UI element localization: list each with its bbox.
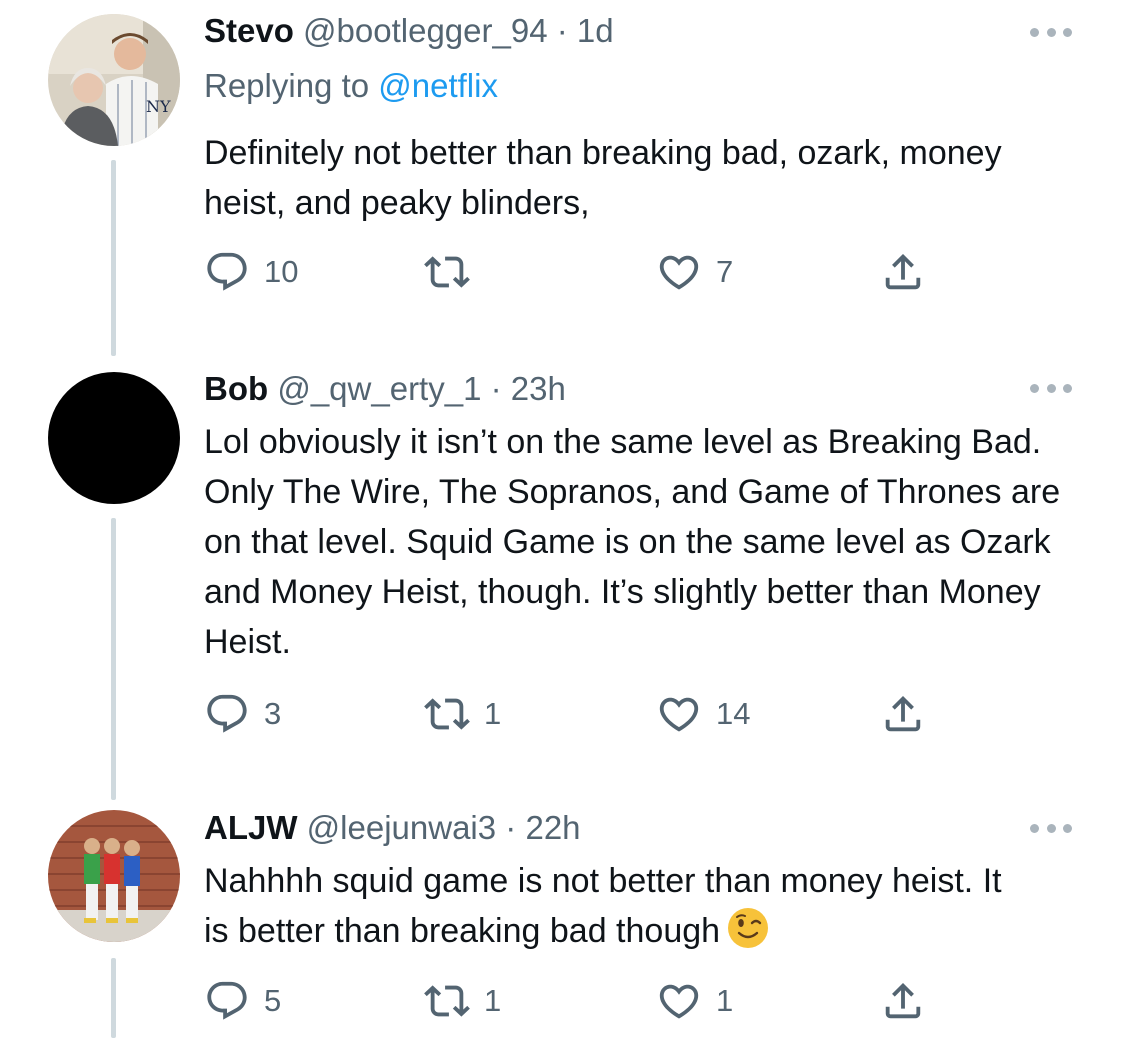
user-handle[interactable]: @_qw_erty_1 bbox=[277, 370, 481, 407]
timestamp[interactable]: 22h bbox=[525, 809, 580, 846]
mention-link[interactable]: @netflix bbox=[378, 67, 498, 104]
reply-icon bbox=[204, 249, 250, 295]
heart-icon bbox=[656, 978, 702, 1024]
share-icon bbox=[880, 978, 926, 1024]
separator-dot: · bbox=[556, 12, 568, 49]
more-icon[interactable] bbox=[1030, 25, 1072, 39]
retweet-count: 1 bbox=[484, 983, 502, 1018]
reply-icon bbox=[204, 691, 250, 737]
tweet-aljw[interactable]: ALJW @leejunwai3 · 22h Nahhhh squid game… bbox=[0, 800, 1124, 1038]
separator-dot: · bbox=[490, 370, 502, 407]
more-icon[interactable] bbox=[1030, 821, 1072, 835]
reply-button[interactable]: 3 bbox=[204, 689, 281, 739]
share-icon bbox=[880, 691, 926, 737]
replying-label: Replying to bbox=[204, 67, 379, 104]
retweet-button[interactable] bbox=[424, 247, 484, 297]
retweet-icon bbox=[424, 691, 470, 737]
like-button[interactable]: 1 bbox=[656, 976, 733, 1026]
tweet-bob[interactable]: Bob @_qw_erty_1 · 23h Lol obviously it i… bbox=[0, 360, 1124, 800]
reply-button[interactable]: 5 bbox=[204, 976, 281, 1026]
svg-text:NY: NY bbox=[146, 97, 171, 116]
share-button[interactable] bbox=[880, 247, 926, 297]
display-name[interactable]: Bob bbox=[204, 370, 268, 407]
thread-line bbox=[111, 518, 116, 800]
more-icon[interactable] bbox=[1030, 381, 1072, 395]
like-button[interactable]: 14 bbox=[656, 689, 750, 739]
retweet-icon bbox=[424, 978, 470, 1024]
reply-count: 5 bbox=[264, 983, 282, 1018]
tweet-header: ALJW @leejunwai3 · 22h bbox=[204, 808, 581, 848]
like-count: 14 bbox=[716, 696, 751, 731]
tweet-header: Bob @_qw_erty_1 · 23h bbox=[204, 369, 566, 409]
replying-to: Replying to @netflix bbox=[204, 66, 498, 106]
display-name[interactable]: ALJW bbox=[204, 809, 298, 846]
action-bar: 3 1 14 bbox=[204, 689, 944, 739]
share-button[interactable] bbox=[880, 689, 926, 739]
tweet-stevo[interactable]: NY Stevo @bootlegger_94 · 1d Replying to… bbox=[0, 0, 1124, 360]
like-count: 7 bbox=[716, 254, 734, 289]
tweet-text-content: Nahhhh squid game is not better than mon… bbox=[204, 862, 1002, 950]
heart-icon bbox=[656, 249, 702, 295]
timestamp[interactable]: 23h bbox=[511, 370, 566, 407]
like-count: 1 bbox=[716, 983, 734, 1018]
avatar[interactable]: NY bbox=[48, 14, 180, 146]
retweet-button[interactable]: 1 bbox=[424, 976, 501, 1026]
tweet-header: Stevo @bootlegger_94 · 1d bbox=[204, 11, 614, 51]
reply-icon bbox=[204, 978, 250, 1024]
avatar[interactable] bbox=[48, 810, 180, 942]
user-handle[interactable]: @bootlegger_94 bbox=[303, 12, 548, 49]
avatar[interactable] bbox=[48, 372, 180, 504]
share-icon bbox=[880, 249, 926, 295]
reply-count: 10 bbox=[264, 254, 299, 289]
tweet-text: Nahhhh squid game is not better than mon… bbox=[204, 856, 1024, 956]
display-name[interactable]: Stevo bbox=[204, 12, 294, 49]
action-bar: 5 1 1 bbox=[204, 976, 944, 1026]
retweet-button[interactable]: 1 bbox=[424, 689, 501, 739]
user-handle[interactable]: @leejunwai3 bbox=[307, 809, 496, 846]
thread-line bbox=[111, 160, 116, 356]
reply-count: 3 bbox=[264, 696, 282, 731]
reply-button[interactable]: 10 bbox=[204, 247, 298, 297]
action-bar: 10 7 bbox=[204, 247, 944, 297]
like-button[interactable]: 7 bbox=[656, 247, 733, 297]
timestamp[interactable]: 1d bbox=[577, 12, 614, 49]
share-button[interactable] bbox=[880, 976, 926, 1026]
tweet-text: Definitely not better than breaking bad,… bbox=[204, 134, 1002, 222]
retweet-icon bbox=[424, 249, 470, 295]
thread-line bbox=[111, 958, 116, 1038]
winking-face-icon bbox=[728, 908, 769, 948]
tweet-text: Lol obviously it isn’t on the same level… bbox=[204, 423, 1061, 661]
heart-icon bbox=[656, 691, 702, 737]
separator-dot: · bbox=[505, 809, 517, 846]
retweet-count: 1 bbox=[484, 696, 502, 731]
